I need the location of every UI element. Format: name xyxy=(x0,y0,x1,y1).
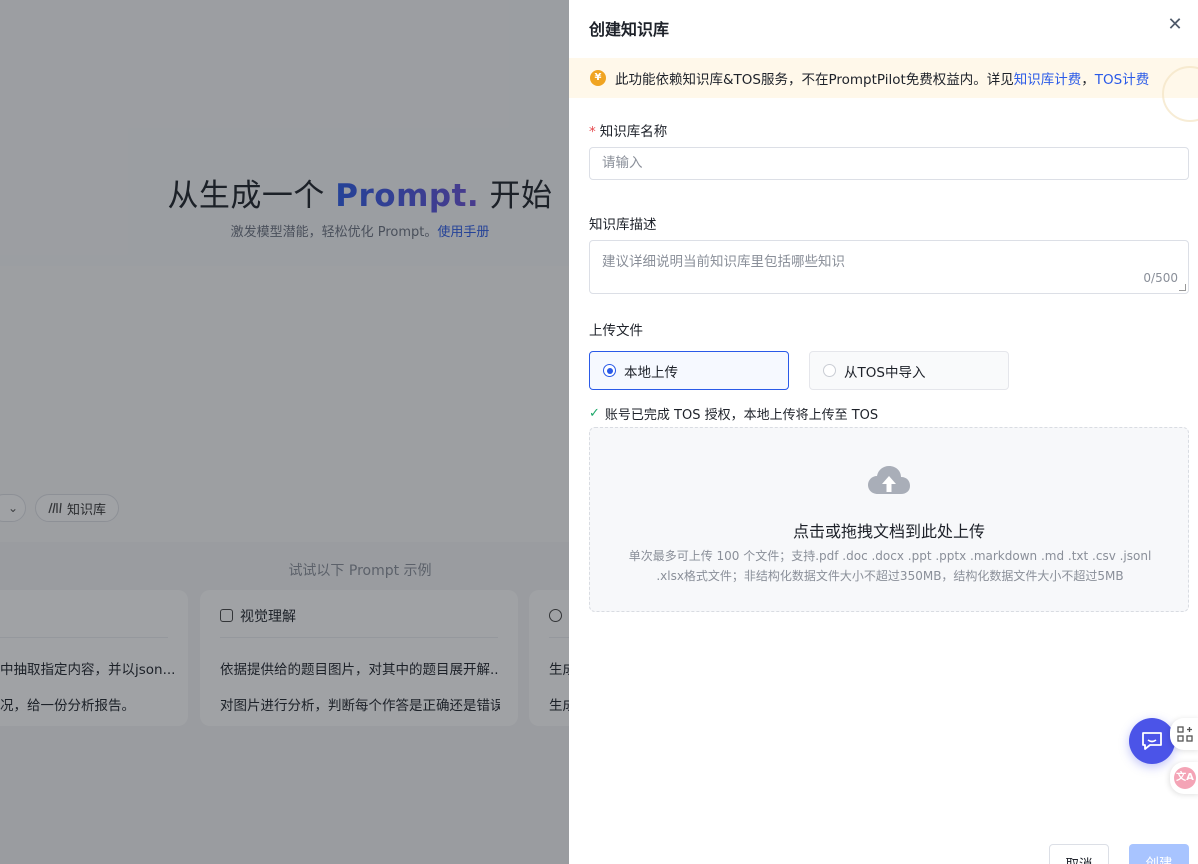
cloud-upload-icon xyxy=(868,466,910,494)
cancel-button[interactable]: 取消 xyxy=(1049,844,1109,864)
apps-button[interactable] xyxy=(1170,718,1198,750)
file-dropzone[interactable]: 点击或拖拽文档到此处上传 单次最多可上传 100 个文件；支持.pdf .doc… xyxy=(589,427,1189,612)
tos-auth-status: ✓ 账号已完成 TOS 授权，本地上传将上传至 TOS xyxy=(589,406,879,423)
modal-overlay[interactable] xyxy=(0,0,569,864)
radio-selected xyxy=(603,364,616,377)
translate-icon: 文A xyxy=(1174,767,1196,789)
name-label: * 知识库名称 xyxy=(589,124,668,140)
tos-import-option[interactable]: 从TOS中导入 xyxy=(809,351,1009,390)
drawer-title: 创建知识库 xyxy=(589,20,670,39)
kb-description-textarea[interactable]: 建议详细说明当前知识库里包括哪些知识 0/500 xyxy=(589,240,1189,294)
tos-billing-link[interactable]: TOS计费 xyxy=(1095,68,1149,88)
kb-billing-link[interactable]: 知识库计费 xyxy=(1014,68,1082,88)
resize-handle[interactable] xyxy=(1179,284,1186,291)
create-knowledge-base-drawer: 创建知识库 ✕ ¥ 此功能依赖知识库&TOS服务，不在PromptPilot免费… xyxy=(569,0,1198,864)
billing-notice: ¥ 此功能依赖知识库&TOS服务，不在PromptPilot免费权益内。详见 知识… xyxy=(569,58,1198,122)
char-counter: 0/500 xyxy=(1143,271,1178,285)
notice-decoration xyxy=(1162,66,1198,122)
desc-label: 知识库描述 xyxy=(589,217,657,233)
create-button[interactable]: 创建 xyxy=(1129,844,1189,864)
dropzone-description: 单次最多可上传 100 个文件；支持.pdf .doc .docx .ppt .… xyxy=(628,549,1152,583)
check-icon: ✓ xyxy=(589,406,600,421)
chat-icon xyxy=(1142,732,1162,750)
chat-support-button[interactable] xyxy=(1129,718,1175,764)
kb-name-input[interactable]: 请输入 xyxy=(589,147,1189,180)
coin-icon: ¥ xyxy=(590,70,606,86)
translate-button[interactable]: 文A xyxy=(1170,762,1198,794)
upload-label: 上传文件 xyxy=(589,323,643,339)
grid-plus-icon xyxy=(1177,726,1193,742)
radio-unselected xyxy=(823,364,836,377)
close-icon[interactable]: ✕ xyxy=(1166,16,1184,34)
dropzone-title: 点击或拖拽文档到此处上传 xyxy=(792,522,985,541)
local-upload-option[interactable]: 本地上传 xyxy=(589,351,789,390)
